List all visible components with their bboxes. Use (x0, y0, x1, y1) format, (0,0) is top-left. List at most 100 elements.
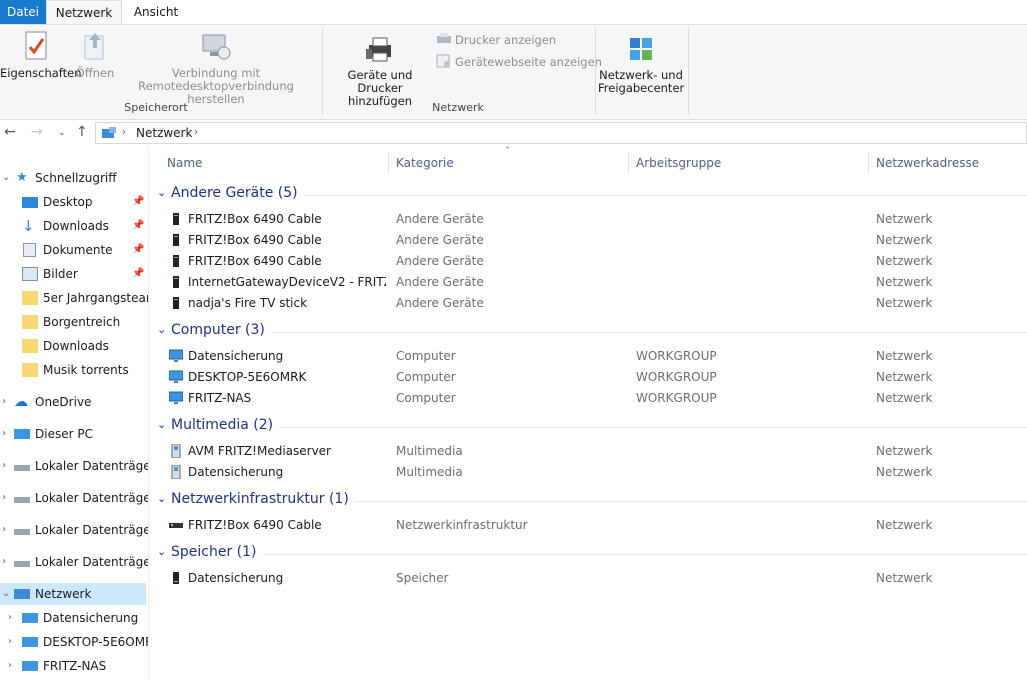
column-header-workgroup[interactable]: Arbeitsgruppe (636, 156, 721, 170)
device-icon (173, 276, 179, 288)
chevron-down-icon[interactable]: ⌄ (157, 545, 166, 558)
chevron-right-icon[interactable]: › (8, 655, 12, 677)
sidebar-item-documents[interactable]: Dokumente 📌 (0, 239, 146, 261)
sidebar-item-folder[interactable]: Downloads (0, 335, 146, 357)
sidebar-item-network-computer[interactable]: › FRITZ-NAS (0, 655, 146, 677)
sidebar-item-network[interactable]: ⌄ Netzwerk (0, 583, 146, 605)
chevron-down-icon[interactable]: ⌄ (157, 323, 166, 336)
show-printers-button[interactable]: Drucker anzeigen (436, 31, 556, 49)
pin-icon[interactable]: 📌 (132, 239, 144, 261)
drive-icon (14, 465, 30, 471)
chevron-right-icon[interactable]: › (8, 631, 12, 653)
chevron-right-icon[interactable]: › (2, 487, 6, 509)
tab-file[interactable]: Datei (0, 0, 46, 24)
chevron-down-icon[interactable]: ⌄ (2, 167, 10, 189)
group-header[interactable]: ⌄ Computer (3) (150, 322, 1027, 342)
sidebar-item-downloads[interactable]: ↓ Downloads 📌 (0, 215, 146, 237)
sidebar-item-quick-access[interactable]: ⌄ ★ Schnellzugriff (0, 167, 146, 189)
column-header-name[interactable]: Name (167, 156, 202, 170)
list-item[interactable]: AVM FRITZ!Mediaserver Multimedia Netzwerk (150, 441, 1027, 462)
properties-button[interactable]: Eigenschaften (0, 31, 82, 80)
sidebar-item-network-computer[interactable]: › Datensicherung (0, 607, 146, 629)
sidebar-label: Netzwerk (35, 587, 92, 601)
sidebar-item-pictures[interactable]: Bilder 📌 (0, 263, 146, 285)
sidebar-item-drive[interactable]: › Lokaler Datenträger ( (0, 551, 148, 573)
add-devices-button[interactable]: Geräte und Drucker hinzufügen (326, 35, 434, 108)
tab-network[interactable]: Netzwerk (46, 0, 122, 25)
item-name: Datensicherung (188, 571, 284, 585)
navigation-bar: ← → ⌄ ↑ › Netzwerk › (0, 120, 1027, 146)
column-divider[interactable] (868, 152, 869, 174)
up-arrow-icon[interactable]: ↑ (76, 124, 88, 140)
list-item[interactable]: FRITZ!Box 6490 Cable Andere Geräte Netzwer… (150, 230, 1027, 251)
ribbon-tabs: Datei Netzwerk Ansicht (0, 0, 1027, 25)
sidebar-item-drive[interactable]: › Lokaler Datenträger ( (0, 519, 149, 541)
sidebar-label: DESKTOP-5E6OMRK (43, 635, 148, 649)
sidebar-label: Lokaler Datenträger ( (35, 523, 149, 537)
list-item[interactable]: DESKTOP-5E6OMRK Computer WORKGROUP Netzwerk (150, 367, 1027, 388)
network-center-icon (630, 38, 652, 60)
network-center-button[interactable]: Netzwerk- und Freigabecenter (598, 35, 684, 95)
show-device-page-button[interactable]: Gerätewebseite anzeigen (436, 53, 602, 71)
list-item[interactable]: InternetGatewayDeviceV2 - FRITZ!B... Ande… (150, 272, 1027, 293)
sidebar-label: FRITZ-NAS (43, 659, 107, 673)
list-item[interactable]: Datensicherung Speicher Netzwerk (150, 568, 1027, 589)
list-item[interactable]: FRITZ-NAS Computer WORKGROUP Netzwerk (150, 388, 1027, 409)
sidebar-label: Datensicherung (43, 611, 139, 625)
add-printer-icon (366, 37, 391, 62)
folder-icon (22, 339, 38, 353)
sidebar-item-drive[interactable]: › Lokaler Datenträger ( (0, 487, 148, 509)
sidebar-label: Downloads (43, 339, 109, 353)
chevron-down-icon[interactable]: ⌄ (157, 186, 166, 199)
list-item[interactable]: FRITZ!Box 6490 Cable Netzwerkinfrastruktu… (150, 515, 1027, 536)
item-address: Netzwerk (876, 275, 933, 289)
forward-arrow-icon[interactable]: → (31, 124, 43, 140)
list-item[interactable]: FRITZ!Box 6490 Cable Andere Geräte Netzwer… (150, 209, 1027, 230)
sidebar-item-drive[interactable]: › Lokaler Datenträger ( (0, 455, 148, 477)
sidebar-item-desktop[interactable]: Desktop 📌 (0, 191, 146, 213)
sidebar-item-onedrive[interactable]: › ☁ OneDrive (0, 391, 146, 413)
chevron-right-icon[interactable]: › (2, 519, 6, 541)
item-name: Datensicherung (188, 465, 284, 479)
sidebar-item-folder[interactable]: Musik torrents (0, 359, 146, 381)
sort-arrow-icon: ˄ (505, 146, 510, 157)
chevron-right-icon[interactable]: › (2, 423, 6, 445)
column-header-address[interactable]: Netzwerkadresse (876, 156, 979, 170)
column-divider[interactable] (628, 152, 629, 174)
pin-icon[interactable]: 📌 (132, 263, 144, 285)
sidebar-item-this-pc[interactable]: › Dieser PC (0, 423, 146, 445)
chevron-down-icon[interactable]: ⌄ (2, 583, 10, 605)
remote-desktop-button[interactable]: Verbindung mit Remotedesktopverbindung h… (116, 31, 316, 106)
sidebar-item-folder[interactable]: Borgentreich (0, 311, 146, 333)
back-arrow-icon[interactable]: ← (4, 124, 16, 140)
sidebar-item-network-computer[interactable]: › DESKTOP-5E6OMRK (0, 631, 148, 653)
group-header[interactable]: ⌄ Multimedia (2) (150, 417, 1027, 437)
sidebar-item-folder[interactable]: 5er Jahrgangsteam (0, 287, 148, 309)
computer-icon (169, 370, 183, 383)
tab-view[interactable]: Ansicht (122, 0, 190, 24)
address-bar[interactable]: › Netzwerk › (95, 122, 1027, 144)
chevron-down-icon[interactable]: ⌄ (157, 418, 166, 431)
column-divider[interactable] (388, 152, 389, 174)
item-category: Computer (396, 349, 456, 363)
group-header[interactable]: ⌄ Netzwerkinfrastruktur (1) (150, 491, 1027, 511)
chevron-right-icon[interactable]: › (2, 551, 6, 573)
list-item[interactable]: Datensicherung Computer WORKGROUP Netzwerk (150, 346, 1027, 367)
recent-locations-chevron-icon[interactable]: ⌄ (58, 128, 66, 138)
column-header-category[interactable]: Kategorie (396, 156, 454, 170)
list-item[interactable]: nadja's Fire TV stick Andere Geräte Netzwe… (150, 293, 1027, 314)
list-item[interactable]: FRITZ!Box 6490 Cable Andere Geräte Netzwer… (150, 251, 1027, 272)
breadcrumb-chevron-icon[interactable]: › (194, 127, 198, 138)
open-button[interactable]: Öffnen (74, 31, 116, 80)
breadcrumb-network[interactable]: Netzwerk (136, 126, 192, 140)
chevron-right-icon[interactable]: › (2, 391, 6, 413)
item-name: DESKTOP-5E6OMRK (188, 370, 307, 384)
pin-icon[interactable]: 📌 (132, 191, 144, 213)
list-item[interactable]: Datensicherung Multimedia Netzwerk (150, 462, 1027, 483)
chevron-right-icon[interactable]: › (2, 455, 6, 477)
chevron-right-icon[interactable]: › (8, 607, 12, 629)
pin-icon[interactable]: 📌 (132, 215, 144, 237)
group-header[interactable]: ⌄ Speicher (1) (150, 544, 1027, 564)
group-header[interactable]: ⌄ Andere Geräte (5) (150, 185, 1027, 205)
chevron-down-icon[interactable]: ⌄ (157, 492, 166, 505)
